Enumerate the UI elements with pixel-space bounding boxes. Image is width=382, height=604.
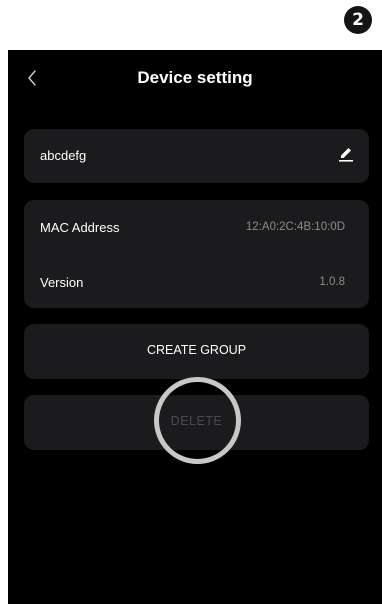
create-group-button[interactable]: CREATE GROUP bbox=[24, 324, 369, 379]
delete-button[interactable]: DELETE bbox=[24, 395, 369, 450]
device-name-text: abcdefg bbox=[40, 148, 87, 163]
device-info-card: MAC Address 12:A0:2C:4B:10:0D Version 1.… bbox=[24, 200, 369, 308]
top-navigation-bar: Device setting bbox=[8, 50, 382, 106]
mac-address-label: MAC Address bbox=[40, 220, 120, 235]
delete-label: DELETE bbox=[170, 414, 223, 428]
version-value: 1.0.8 bbox=[319, 276, 345, 288]
pencil-icon[interactable] bbox=[337, 145, 355, 163]
create-group-label: CREATE GROUP bbox=[146, 343, 247, 357]
step-number-badge: 2 bbox=[344, 6, 372, 34]
page-title: Device setting bbox=[137, 68, 253, 87]
mac-address-value: 12:A0:2C:4B:10:0D bbox=[245, 221, 345, 233]
device-setting-screen: Device setting abcdefg MAC Address 12:A0… bbox=[8, 50, 382, 604]
device-name-card[interactable]: abcdefg bbox=[24, 129, 369, 183]
version-label: Version bbox=[40, 275, 84, 290]
